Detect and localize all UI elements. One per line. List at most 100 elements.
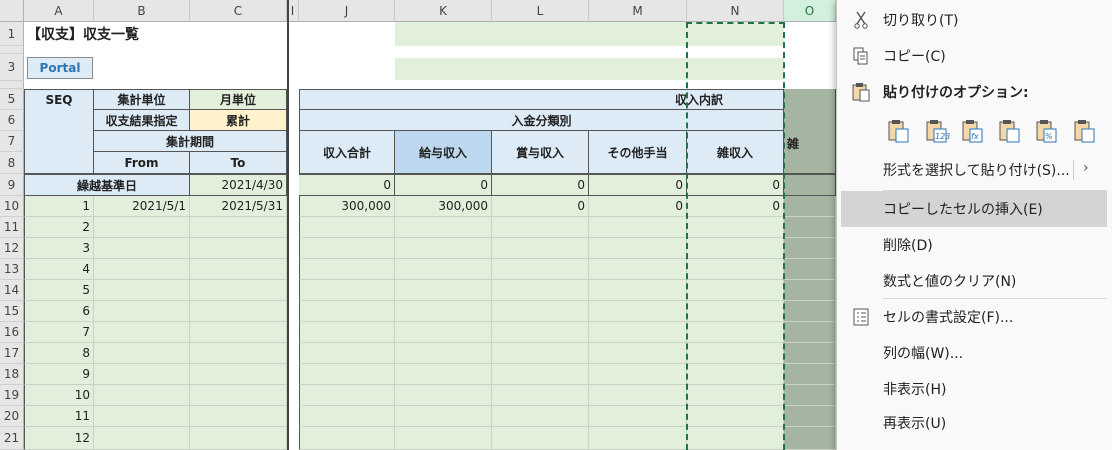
row-header-20[interactable]: 20 bbox=[0, 406, 24, 427]
row-header-4[interactable] bbox=[0, 81, 24, 89]
row-header-3[interactable]: 3 bbox=[0, 54, 24, 81]
table-cell[interactable] bbox=[784, 259, 836, 280]
table-cell[interactable] bbox=[190, 427, 287, 450]
table-cell[interactable]: 2021/5/1 bbox=[94, 196, 190, 217]
table-cell[interactable]: 2021/5/31 bbox=[190, 196, 287, 217]
seq-cell[interactable]: 7 bbox=[24, 322, 94, 343]
table-cell[interactable] bbox=[784, 238, 836, 259]
table-cell[interactable] bbox=[299, 280, 395, 301]
carry-date[interactable]: 2021/4/30 bbox=[190, 174, 287, 196]
table-cell[interactable] bbox=[784, 427, 836, 450]
table-cell[interactable] bbox=[589, 322, 687, 343]
table-cell[interactable] bbox=[492, 322, 589, 343]
table-cell[interactable] bbox=[395, 343, 492, 364]
table-cell[interactable]: 300,000 bbox=[395, 196, 492, 217]
table-cell[interactable] bbox=[589, 301, 687, 322]
paste-formulas-icon[interactable]: fx bbox=[961, 118, 985, 144]
table-cell[interactable] bbox=[589, 427, 687, 450]
table-cell[interactable] bbox=[492, 364, 589, 385]
row-header-16[interactable]: 16 bbox=[0, 322, 24, 343]
paste-link-icon[interactable] bbox=[1073, 118, 1097, 144]
table-cell[interactable] bbox=[492, 385, 589, 406]
table-cell[interactable] bbox=[784, 217, 836, 238]
table-cell[interactable] bbox=[589, 343, 687, 364]
row-header-10[interactable]: 10 bbox=[0, 196, 24, 217]
table-cell[interactable] bbox=[589, 364, 687, 385]
menu-item-paste-special[interactable]: 形式を選択して貼り付け(S)... › bbox=[837, 152, 1107, 188]
paste-values-icon[interactable]: 123 bbox=[925, 118, 950, 144]
table-cell[interactable] bbox=[299, 427, 395, 450]
table-cell[interactable] bbox=[190, 280, 287, 301]
row-header-21[interactable]: 21 bbox=[0, 427, 24, 450]
menu-item-delete[interactable]: 削除(D) bbox=[837, 227, 1107, 263]
table-cell[interactable] bbox=[589, 259, 687, 280]
menu-item-insert-copied[interactable]: コピーしたセルの挿入(E) bbox=[841, 191, 1107, 227]
table-cell[interactable] bbox=[299, 343, 395, 364]
table-cell[interactable] bbox=[299, 364, 395, 385]
seq-cell[interactable]: 2 bbox=[24, 217, 94, 238]
seq-cell[interactable]: 11 bbox=[24, 406, 94, 427]
seq-cell[interactable]: 10 bbox=[24, 385, 94, 406]
menu-item-column-width[interactable]: 列の幅(W)... bbox=[837, 335, 1107, 371]
table-cell[interactable] bbox=[784, 385, 836, 406]
table-cell[interactable] bbox=[94, 343, 190, 364]
col-header-n[interactable]: N bbox=[687, 0, 784, 22]
table-cell[interactable] bbox=[492, 259, 589, 280]
table-cell[interactable] bbox=[190, 301, 287, 322]
table-cell[interactable] bbox=[395, 259, 492, 280]
menu-item-clear[interactable]: 数式と値のクリア(N) bbox=[837, 263, 1107, 299]
menu-item-unhide[interactable]: 再表示(U) bbox=[837, 405, 1107, 441]
row-header-13[interactable]: 13 bbox=[0, 259, 24, 280]
table-cell[interactable] bbox=[784, 343, 836, 364]
table-cell[interactable]: 0 bbox=[589, 196, 687, 217]
table-cell[interactable] bbox=[190, 406, 287, 427]
table-cell[interactable] bbox=[589, 280, 687, 301]
agg-unit-value[interactable]: 月単位 bbox=[190, 89, 287, 110]
table-cell[interactable] bbox=[784, 280, 836, 301]
select-all-corner[interactable] bbox=[0, 0, 24, 22]
result-value[interactable]: 累計 bbox=[190, 110, 287, 131]
col-header-b[interactable]: B bbox=[94, 0, 190, 22]
table-cell[interactable] bbox=[94, 385, 190, 406]
table-cell[interactable] bbox=[190, 259, 287, 280]
table-cell[interactable] bbox=[395, 406, 492, 427]
row-header-1[interactable]: 1 bbox=[0, 22, 24, 46]
table-cell[interactable] bbox=[299, 259, 395, 280]
carry-value[interactable]: 0 bbox=[492, 174, 589, 196]
table-cell[interactable] bbox=[492, 238, 589, 259]
table-cell[interactable] bbox=[492, 406, 589, 427]
table-cell[interactable] bbox=[589, 238, 687, 259]
table-cell[interactable] bbox=[94, 238, 190, 259]
table-cell[interactable] bbox=[94, 406, 190, 427]
table-cell[interactable] bbox=[395, 280, 492, 301]
table-cell[interactable] bbox=[395, 385, 492, 406]
seq-cell[interactable]: 1 bbox=[24, 196, 94, 217]
paste-transpose-icon[interactable] bbox=[998, 118, 1022, 144]
table-cell[interactable] bbox=[492, 217, 589, 238]
seq-cell[interactable]: 8 bbox=[24, 343, 94, 364]
seq-cell[interactable]: 5 bbox=[24, 280, 94, 301]
row-header-12[interactable]: 12 bbox=[0, 238, 24, 259]
seq-cell[interactable]: 4 bbox=[24, 259, 94, 280]
table-cell[interactable] bbox=[589, 406, 687, 427]
table-cell[interactable] bbox=[190, 238, 287, 259]
table-cell[interactable] bbox=[299, 301, 395, 322]
table-cell[interactable] bbox=[190, 385, 287, 406]
table-cell[interactable] bbox=[589, 385, 687, 406]
seq-cell[interactable]: 6 bbox=[24, 301, 94, 322]
seq-cell[interactable]: 9 bbox=[24, 364, 94, 385]
paste-icon[interactable] bbox=[887, 118, 911, 144]
table-cell[interactable] bbox=[94, 427, 190, 450]
table-cell[interactable] bbox=[299, 322, 395, 343]
table-cell[interactable] bbox=[299, 217, 395, 238]
table-cell[interactable] bbox=[492, 301, 589, 322]
row-header-8[interactable]: 8 bbox=[0, 152, 24, 174]
row-header-15[interactable]: 15 bbox=[0, 301, 24, 322]
table-cell[interactable] bbox=[784, 364, 836, 385]
table-cell[interactable]: 300,000 bbox=[299, 196, 395, 217]
row-header-9[interactable]: 9 bbox=[0, 174, 24, 196]
table-cell[interactable] bbox=[94, 322, 190, 343]
paste-formatting-icon[interactable]: % bbox=[1035, 118, 1059, 144]
menu-item-copy[interactable]: コピー(C) bbox=[837, 38, 1107, 74]
col-header-o[interactable]: O bbox=[784, 0, 836, 22]
